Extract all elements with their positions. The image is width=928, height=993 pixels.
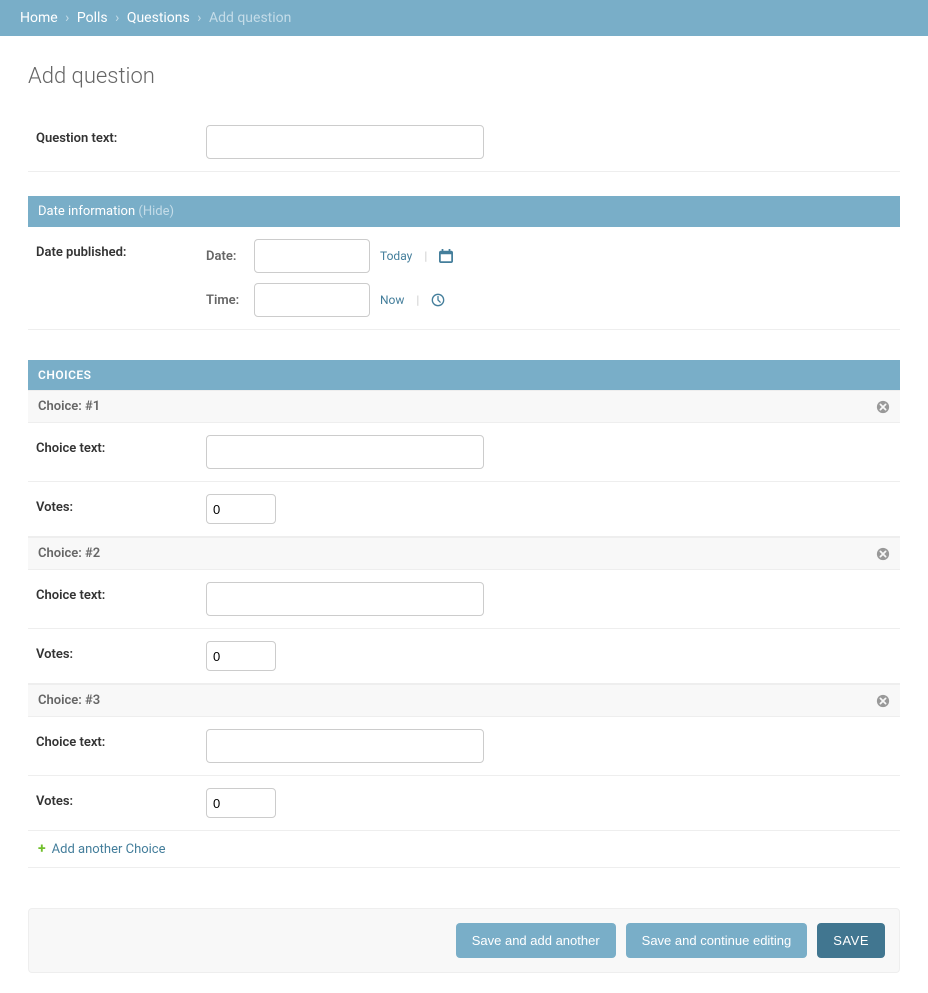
breadcrumb-questions[interactable]: Questions: [127, 10, 190, 26]
choice-votes-row: Votes:: [28, 482, 900, 537]
page-title: Add question: [28, 64, 900, 89]
clock-icon[interactable]: [431, 293, 445, 307]
field-date-published: Date published: Date: Today | Time: Now …: [28, 227, 900, 330]
time-subfield: Time: Now |: [206, 283, 892, 317]
breadcrumb: Home › Polls › Questions › Add question: [0, 0, 928, 36]
choice-header: Choice: #3: [28, 684, 900, 717]
choice-text-label: Choice text:: [36, 435, 206, 456]
votes-label: Votes:: [36, 641, 206, 662]
choice-text-row: Choice text:: [28, 717, 900, 776]
date-published-label: Date published:: [36, 239, 206, 260]
choice-header-label: Choice: #2: [38, 546, 100, 561]
save-button[interactable]: SAVE: [817, 923, 885, 958]
field-question-text: Question text:: [28, 113, 900, 172]
add-another-row: + Add another Choice: [28, 830, 900, 868]
votes-label: Votes:: [36, 494, 206, 515]
breadcrumb-current: Add question: [209, 10, 291, 26]
date-label: Date:: [206, 249, 244, 264]
choice-text-row: Choice text:: [28, 570, 900, 629]
save-add-another-button[interactable]: Save and add another: [456, 923, 616, 958]
delete-icon[interactable]: [876, 694, 890, 708]
shortcut-sep: |: [424, 249, 427, 263]
today-link[interactable]: Today: [380, 249, 412, 263]
delete-icon[interactable]: [876, 400, 890, 414]
date-subfield: Date: Today |: [206, 239, 892, 273]
content: Add question Question text: Date informa…: [0, 36, 928, 993]
breadcrumb-sep: ›: [197, 10, 201, 26]
plus-icon: +: [38, 842, 46, 856]
shortcut-sep: |: [416, 293, 419, 307]
add-another-label: Add another Choice: [52, 842, 166, 857]
choice-votes-row: Votes:: [28, 776, 900, 830]
breadcrumb-sep: ›: [115, 10, 119, 26]
save-continue-button[interactable]: Save and continue editing: [626, 923, 808, 958]
time-input[interactable]: [254, 283, 370, 317]
time-label: Time:: [206, 293, 244, 308]
choice-header-label: Choice: #1: [38, 399, 100, 414]
breadcrumb-home[interactable]: Home: [20, 10, 58, 26]
choice-header: Choice: #1: [28, 390, 900, 423]
submit-row: Save and add another Save and continue e…: [28, 908, 900, 973]
choice-text-label: Choice text:: [36, 582, 206, 603]
votes-input[interactable]: [206, 788, 276, 818]
choice-header: Choice: #2: [28, 537, 900, 570]
choice-text-label: Choice text:: [36, 729, 206, 750]
question-text-input[interactable]: [206, 125, 484, 159]
choice-text-row: Choice text:: [28, 423, 900, 482]
date-info-title: Date information: [38, 204, 135, 219]
choice-text-input[interactable]: [206, 435, 484, 469]
add-another-choice-link[interactable]: + Add another Choice: [38, 842, 166, 857]
choice-votes-row: Votes:: [28, 629, 900, 684]
choice-text-input[interactable]: [206, 582, 484, 616]
calendar-icon[interactable]: [439, 249, 453, 263]
votes-label: Votes:: [36, 788, 206, 809]
collapse-toggle[interactable]: (Hide): [138, 204, 174, 219]
choices-heading: CHOICES: [28, 360, 900, 390]
choice-header-label: Choice: #3: [38, 693, 100, 708]
delete-icon[interactable]: [876, 547, 890, 561]
choice-text-input[interactable]: [206, 729, 484, 763]
now-link[interactable]: Now: [380, 293, 404, 307]
votes-input[interactable]: [206, 494, 276, 524]
votes-input[interactable]: [206, 641, 276, 671]
date-info-header: Date information (Hide): [28, 196, 900, 227]
breadcrumb-polls[interactable]: Polls: [77, 10, 108, 26]
breadcrumb-sep: ›: [65, 10, 69, 26]
date-input[interactable]: [254, 239, 370, 273]
question-text-label: Question text:: [36, 125, 206, 146]
